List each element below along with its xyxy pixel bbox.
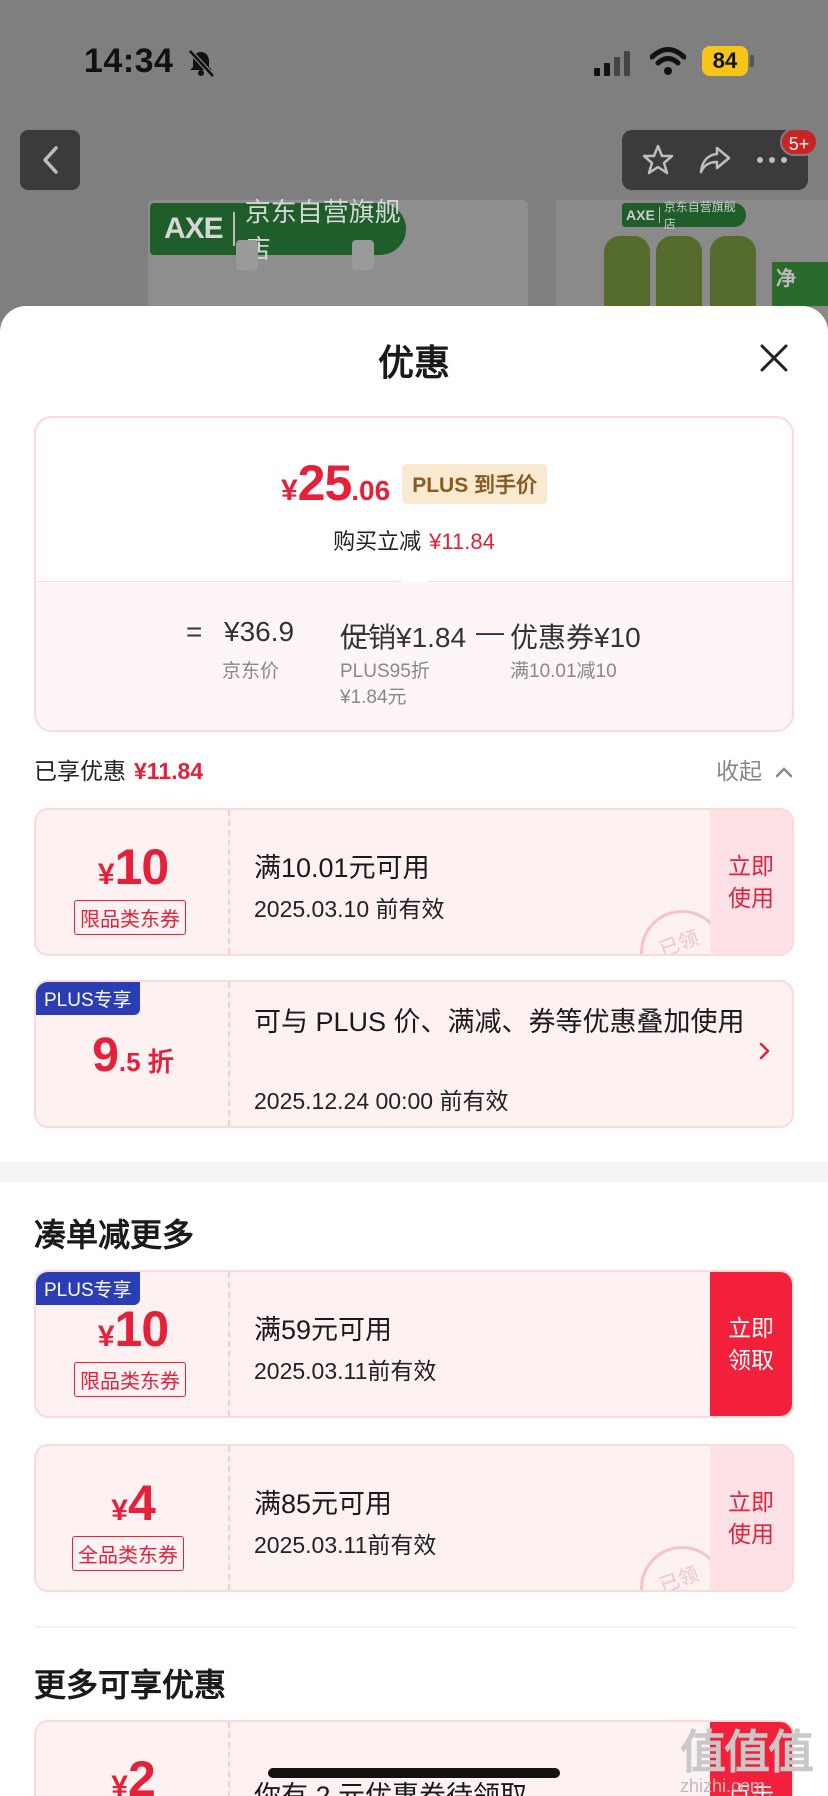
star-icon[interactable]: [641, 143, 675, 177]
status-bar: 14:34 84: [0, 0, 828, 120]
coupon-value: 2: [127, 1751, 156, 1796]
status-time: 14:34: [84, 42, 174, 80]
discount-condition: 可与 PLUS 价、满减、券等优惠叠加使用: [254, 1007, 745, 1037]
section-title-extra: 更多可享优惠: [34, 1667, 227, 1703]
plus-price-tag: PLUS 到手价: [402, 464, 548, 504]
base-price-label: 京东价: [222, 661, 280, 682]
coupon-expiry: 2025.03.11前有效: [254, 1358, 437, 1384]
coupon-expiry: 2025.03.11前有效: [254, 1532, 437, 1558]
back-button[interactable]: [20, 130, 80, 190]
store-name-small: 京东自营旗舰店: [663, 200, 736, 231]
coupon-amount: ¥4: [36, 1474, 230, 1532]
discount-sheet: 优惠 ¥ 25 .06 PLUS 到手价 购买立减 ¥11.84 = ¥36.9 …: [0, 306, 828, 1796]
coupon-currency: ¥: [111, 1494, 128, 1527]
bottle-pump: [352, 240, 374, 270]
coupon-value-area: ¥10 限品类东券: [36, 810, 230, 954]
battery-tip: [750, 55, 754, 67]
discount-integer: 9: [92, 1029, 119, 1082]
price-summary-card: ¥ 25 .06 PLUS 到手价 购买立减 ¥11.84 = ¥36.9 — 促…: [34, 416, 794, 732]
cellular-signal-icon: [594, 50, 634, 76]
coupon-type: 全品类东券: [72, 1536, 184, 1571]
enjoyed-amount: ¥11.84: [134, 758, 204, 784]
minus-sign: —: [476, 616, 504, 647]
use-now-button[interactable]: 立即 使用: [710, 1446, 792, 1590]
enjoyed-discount: 已享优惠 ¥11.84: [34, 752, 203, 786]
discount-expiry: 2025.12.24 00:00 前有效: [254, 1088, 509, 1114]
divider: [34, 1626, 794, 1628]
chevron-right-icon[interactable]: [754, 1036, 776, 1066]
chevron-left-icon: [43, 146, 58, 174]
site-watermark: 值值值 zhizhi.com: [680, 1716, 814, 1796]
coupon-condition: 满10.01元可用: [254, 853, 430, 883]
bell-muted-icon: [188, 49, 215, 78]
section-divider: [0, 1162, 828, 1182]
plus-discount-card[interactable]: PLUS专享 9.5 折 可与 PLUS 价、满减、券等优惠叠加使用 2025.…: [34, 980, 794, 1128]
price-breakdown: = ¥36.9 — 促销¥1.84 — 优惠券¥10 京东价 PLUS95折 ¥…: [36, 582, 792, 730]
wifi-icon: [650, 47, 686, 75]
promo-label-amount: ¥1.84元: [340, 687, 407, 708]
coupon-currency: ¥: [111, 1770, 128, 1796]
enjoyed-label: 已享优惠: [34, 758, 126, 784]
home-indicator[interactable]: [268, 1768, 560, 1778]
coupon-value: 10: [114, 839, 170, 895]
coupon-card[interactable]: ¥10 限品类东券 满10.01元可用 2025.03.10 前有效 已领 立即…: [34, 808, 794, 956]
price-integer: 25: [297, 455, 353, 511]
coupon-condition: 满59元可用: [254, 1315, 393, 1345]
coupon-card[interactable]: ¥4 全品类东券 满85元可用 2025.03.11前有效 已领 立即 使用: [34, 1444, 794, 1592]
reduce-amount: ¥11.84: [429, 529, 495, 554]
store-name: 京东自营旗舰店: [244, 197, 401, 264]
store-brand-small: AXE: [626, 207, 660, 223]
reduce-row: 购买立减 ¥11.84: [36, 524, 792, 556]
section-title-more: 凑单减更多: [34, 1217, 195, 1253]
coupon-currency: ¥: [97, 1320, 115, 1353]
chevron-up-icon: [776, 767, 793, 778]
coupon-amount: 优惠券¥10: [510, 622, 641, 653]
store-brand: AXE: [164, 212, 235, 246]
use-now-button[interactable]: 立即 使用: [710, 810, 792, 954]
coupon-value: 10: [114, 1301, 170, 1357]
coupon-amount: ¥10: [36, 1300, 230, 1358]
price-summary-top: ¥ 25 .06 PLUS 到手价 购买立减 ¥11.84: [36, 418, 792, 597]
price-decimal: .06: [351, 475, 391, 506]
discount-fraction: .5 折: [118, 1047, 174, 1077]
side-tag: 净: [772, 262, 828, 306]
sheet-title: 优惠: [377, 342, 450, 383]
share-icon[interactable]: [697, 144, 733, 176]
collapse-toggle[interactable]: 收起: [716, 752, 794, 786]
coupon-amount: ¥2: [36, 1750, 230, 1796]
notification-badge: 5+: [780, 128, 818, 156]
coupon-type: 限品类东券: [74, 1362, 186, 1397]
price-currency: ¥: [280, 474, 298, 507]
coupon-expiry: 2025.03.10 前有效: [254, 896, 445, 922]
collapse-label: 收起: [716, 758, 762, 784]
coupon-value-area: ¥2: [36, 1722, 230, 1796]
coupon-currency: ¥: [97, 858, 115, 891]
coupon-value-area: PLUS专享 ¥10 限品类东券: [36, 1272, 230, 1416]
coupon-value: 4: [127, 1475, 156, 1531]
coupon-amount: ¥10: [36, 838, 230, 896]
coupon-condition: 满85元可用: [254, 1489, 393, 1519]
promo-amount: 促销¥1.84: [340, 622, 467, 653]
reduce-label: 购买立减: [333, 529, 422, 554]
discount-value-area: PLUS专享 9.5 折: [36, 982, 230, 1126]
close-icon[interactable]: [754, 338, 794, 378]
watermark-logo: 值值值: [680, 1726, 814, 1778]
store-logo-small: AXE 京东自营旗舰店: [622, 200, 746, 231]
bottle-pump: [236, 240, 258, 270]
final-price: ¥ 25 .06 PLUS 到手价: [36, 454, 792, 512]
discount-value: 9.5 折: [36, 1028, 230, 1083]
coupon-value-area: ¥4 全品类东券: [36, 1446, 230, 1590]
watermark-domain: zhizhi.com: [680, 1776, 766, 1796]
plus-exclusive-ribbon: PLUS专享: [36, 982, 140, 1015]
base-price: ¥36.9: [224, 616, 295, 647]
coupon-label: 满10.01减10: [510, 661, 617, 682]
promo-label: PLUS95折: [340, 661, 430, 682]
battery-level: 84: [702, 46, 748, 76]
coupon-card[interactable]: PLUS专享 ¥10 限品类东券 满59元可用 2025.03.11前有效 立即…: [34, 1270, 794, 1418]
equals-sign: =: [186, 616, 203, 647]
coupon-type: 限品类东券: [74, 900, 186, 935]
claim-now-button[interactable]: 立即 领取: [710, 1272, 792, 1416]
more-icon[interactable]: [755, 155, 789, 165]
